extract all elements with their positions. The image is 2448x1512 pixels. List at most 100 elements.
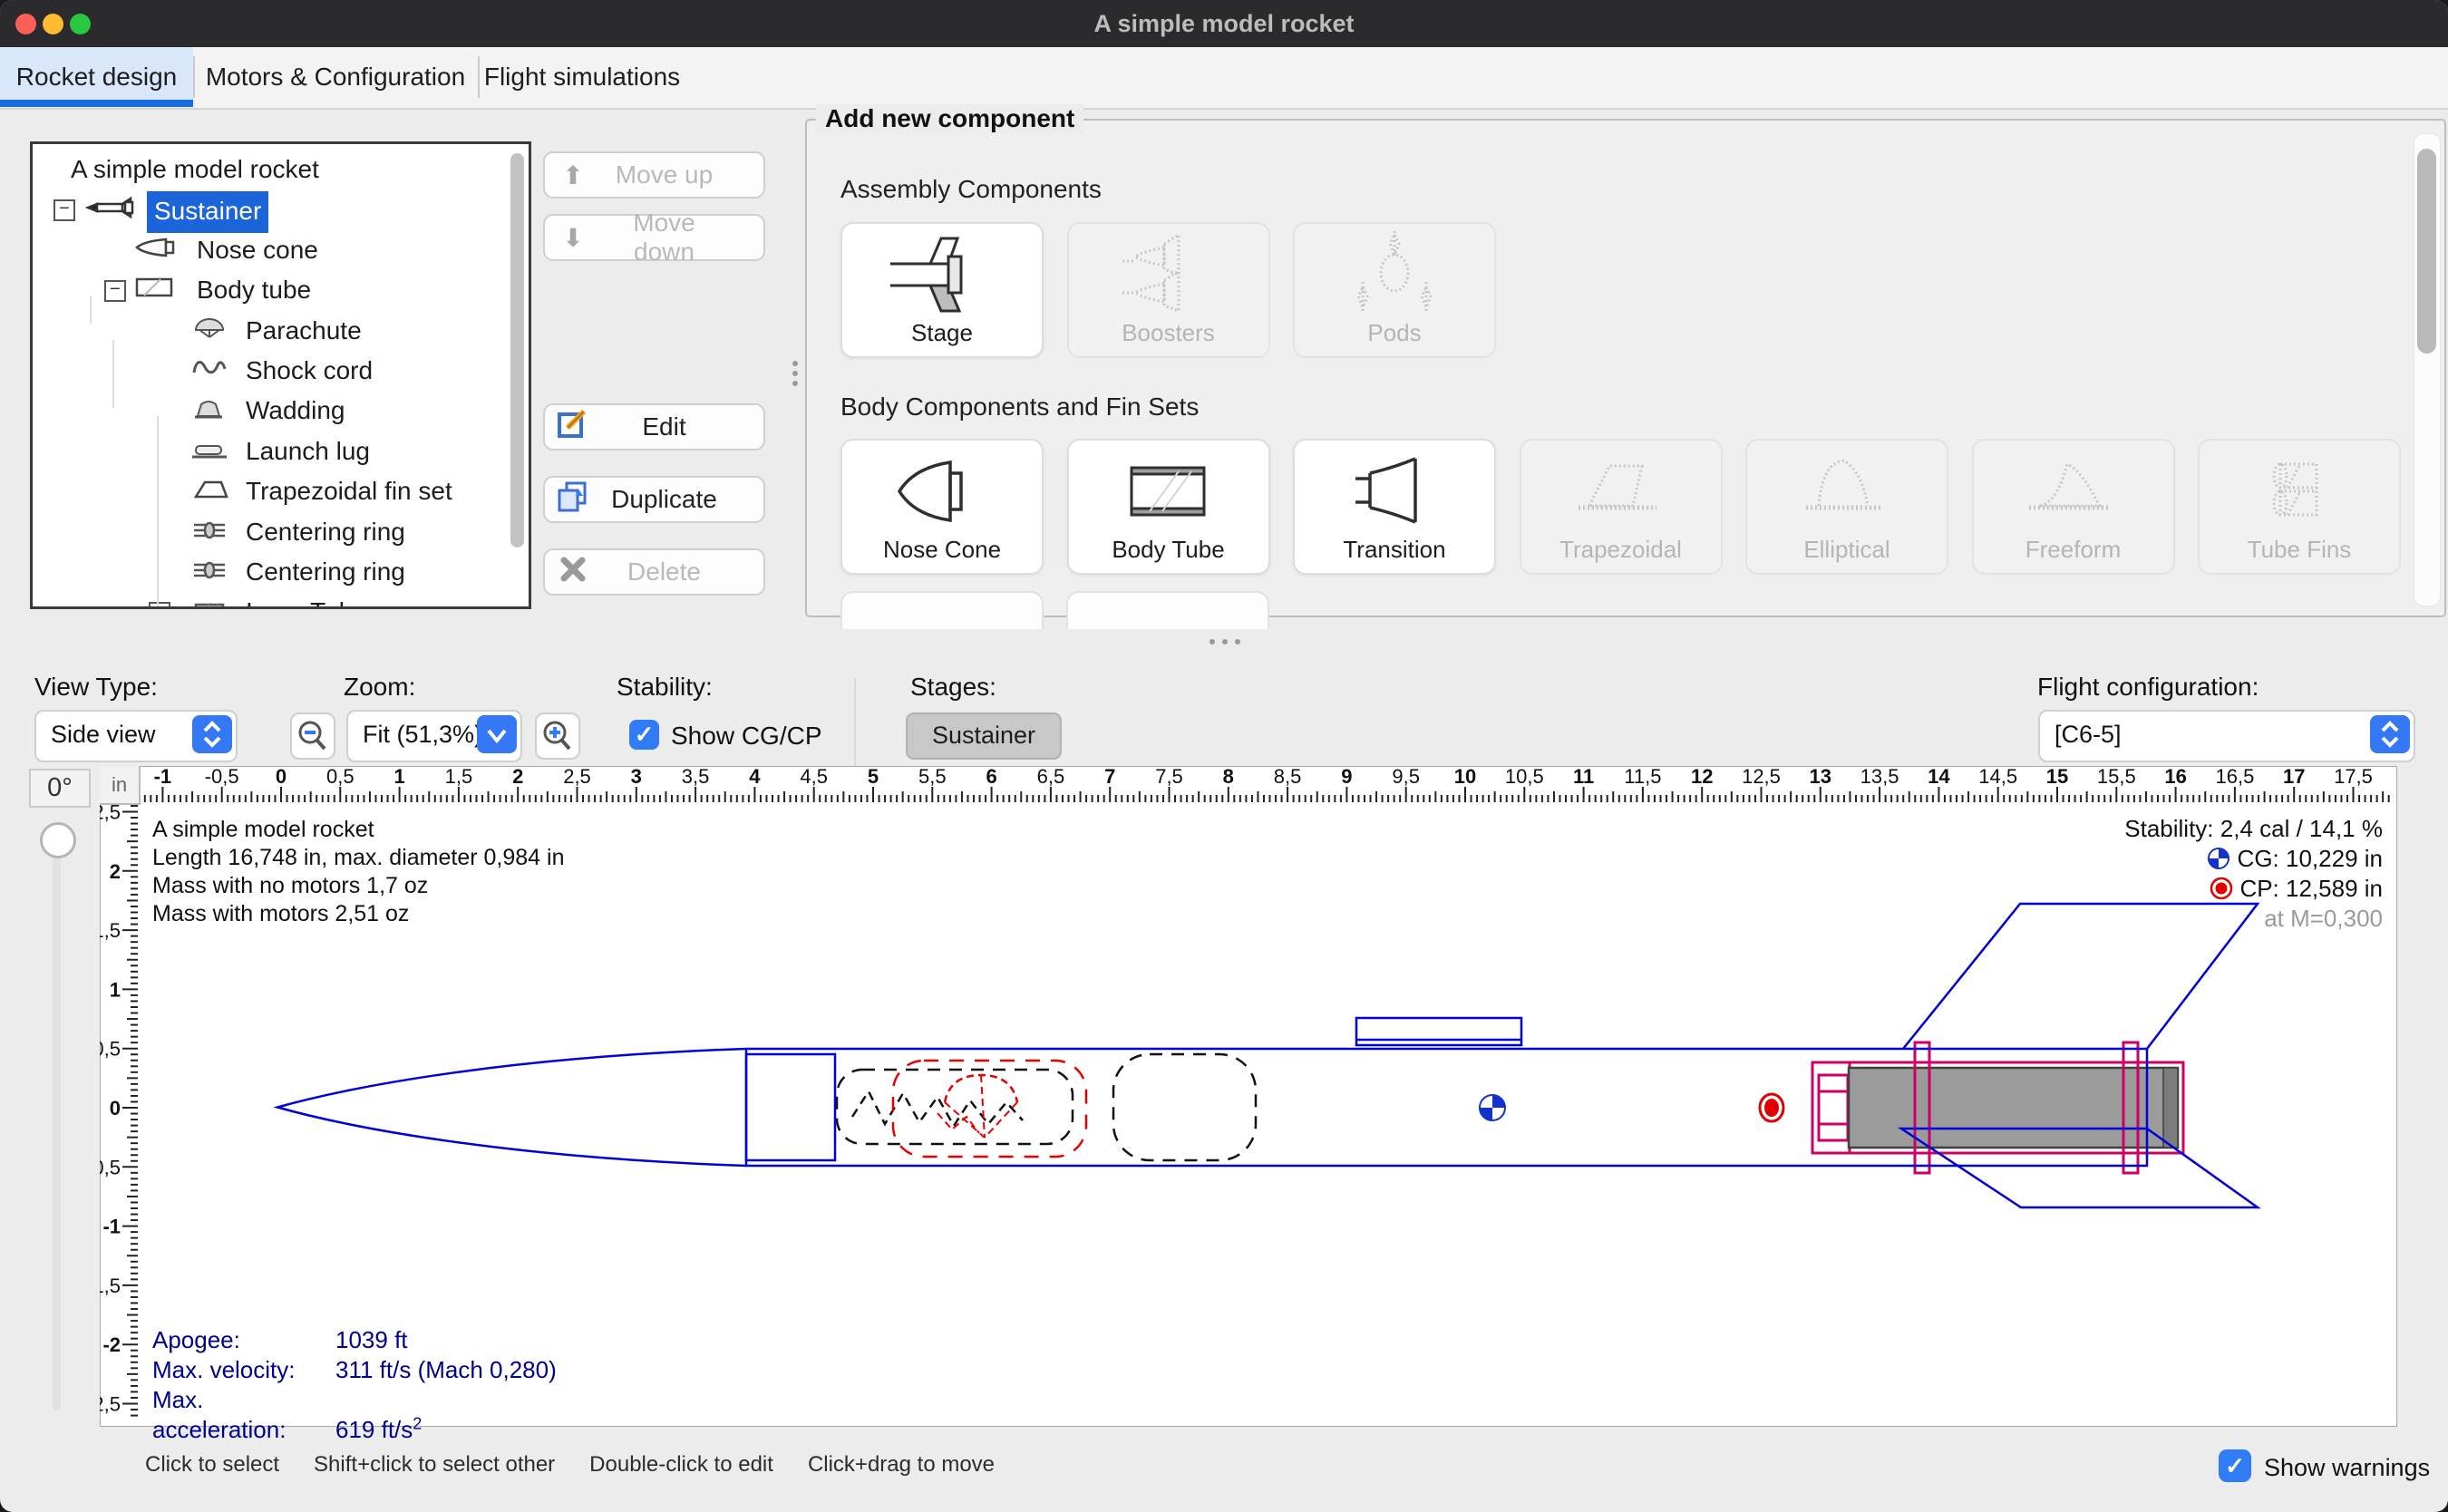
velocity-label: Max. velocity:: [152, 1355, 335, 1385]
view-type-select[interactable]: Side view: [34, 710, 238, 762]
stage-toggle-sustainer[interactable]: Sustainer: [906, 712, 1062, 760]
add-tube-fins-card[interactable]: Tube Fins: [2198, 439, 2401, 575]
tab-flight-simulations[interactable]: Flight simulations: [480, 47, 685, 106]
cp-label: CP:: [2239, 875, 2278, 902]
tab-label: Flight simulations: [484, 63, 680, 91]
hint-text: Click to select: [145, 1452, 279, 1477]
svg-text:2,5: 2,5: [563, 766, 591, 788]
add-pods-card[interactable]: Pods: [1293, 222, 1496, 358]
tree-item-launch-lug[interactable]: Launch lug: [33, 433, 527, 470]
tree-item-sustainer[interactable]: −Sustainer: [33, 191, 527, 228]
button-label: Delete: [601, 557, 727, 586]
tab-rocket-design[interactable]: Rocket design: [0, 47, 193, 106]
move-up-button[interactable]: ⬆Move up: [543, 151, 765, 199]
partial-card[interactable]: [1066, 591, 1269, 629]
svg-text:0: 0: [276, 766, 287, 788]
add-freeform-card[interactable]: Freeform: [1972, 439, 2175, 575]
tree-item-a-simple-model-rocket[interactable]: A simple model rocket: [33, 151, 527, 188]
button-label: Edit: [601, 412, 727, 441]
show-warnings-checkbox[interactable]: ✓: [2219, 1449, 2251, 1482]
wadding-icon: [190, 396, 227, 426]
parachute-lines: [945, 1075, 1017, 1138]
rotation-slider-track[interactable]: [53, 838, 61, 1410]
tree-item-label: Sustainer: [147, 191, 268, 233]
edit-button[interactable]: Edit: [543, 403, 765, 451]
svg-text:4: 4: [749, 766, 761, 788]
tree-item-label: A simple model rocket: [71, 151, 319, 188]
add-elliptical-card[interactable]: Elliptical: [1745, 439, 1948, 575]
button-label: Move down: [601, 208, 727, 267]
nose-shoulder[interactable]: [746, 1054, 835, 1160]
svg-text:17: 17: [2283, 766, 2305, 788]
add-trapezoidal-card[interactable]: Trapezoidal: [1520, 439, 1723, 575]
svg-text:14,5: 14,5: [1978, 766, 2017, 788]
tab-motors-configuration[interactable]: Motors & Configuration: [195, 47, 476, 106]
zoom-value: Fit (51,3%): [363, 712, 482, 757]
motor[interactable]: [1849, 1068, 2178, 1148]
arrow-down-icon: ⬇: [545, 223, 601, 253]
tree-item-label: Centering ring: [246, 554, 405, 590]
stages-label: Stages:: [910, 673, 996, 702]
partial-card[interactable]: [840, 591, 1044, 629]
zoom-select[interactable]: Fit (51,3%): [346, 710, 522, 762]
add-stage-card[interactable]: Stage: [840, 222, 1044, 358]
rotation-slider-knob[interactable]: [40, 822, 76, 858]
svg-text:1: 1: [393, 766, 404, 788]
add-body-tube-card[interactable]: Body Tube: [1067, 439, 1270, 575]
svg-text:2: 2: [512, 766, 523, 788]
move-down-button[interactable]: ⬇Move down: [543, 214, 765, 261]
cp-value: 12,589 in: [2286, 875, 2383, 902]
add-nose-cone-card[interactable]: Nose Cone: [840, 439, 1044, 575]
shock-cord-line[interactable]: [852, 1091, 1023, 1126]
flight-config-select[interactable]: [C6-5]: [2038, 710, 2415, 762]
tree-toggle-icon[interactable]: −: [53, 199, 75, 221]
tree-item-centering-ring[interactable]: Centering ring: [33, 514, 527, 550]
svg-text:-0,5: -0,5: [205, 766, 239, 788]
svg-text:9: 9: [1341, 766, 1352, 788]
tree-item-nose-cone[interactable]: Nose cone: [33, 232, 527, 268]
tree-item-inner-tube[interactable]: Inner Tube: [33, 594, 527, 609]
panel-scrollbar-thumb[interactable]: [2417, 149, 2436, 354]
tree-item-body-tube[interactable]: −Body tube: [33, 272, 527, 308]
horizontal-splitter-handle[interactable]: [1206, 633, 1244, 649]
tree-item-parachute[interactable]: Parachute: [33, 313, 527, 349]
nose-cone-outline[interactable]: [277, 1049, 746, 1166]
flight-stats: Apogee:1039 ft Max. velocity:311 ft/s (M…: [152, 1325, 557, 1445]
parachute-packed[interactable]: [893, 1061, 1086, 1157]
card-label: Transition: [1295, 536, 1494, 564]
rocket-mass-loaded: Mass with motors 2,51 oz: [152, 900, 564, 928]
zoom-label: Zoom:: [344, 673, 415, 702]
hint-text: Click+drag to move: [808, 1452, 995, 1477]
show-cgcp-checkbox[interactable]: ✓: [629, 720, 659, 750]
tree-scrollbar[interactable]: [510, 153, 524, 548]
svg-text:0,5: 0,5: [326, 766, 355, 788]
rocket-info: A simple model rocket Length 16,748 in, …: [152, 816, 564, 928]
tree-item-trapezoidal-fin-set[interactable]: Trapezoidal fin set: [33, 473, 527, 509]
delete-button[interactable]: Delete: [543, 548, 765, 596]
tree-item-wadding[interactable]: Wadding: [33, 393, 527, 429]
shock-cord-packed[interactable]: [837, 1070, 1073, 1144]
tree-toggle-icon[interactable]: −: [104, 280, 126, 302]
launch-lug[interactable]: [1356, 1018, 1521, 1045]
duplicate-button[interactable]: Duplicate: [543, 476, 765, 523]
tree-toggle-icon[interactable]: [149, 602, 170, 609]
rocket-icon: [83, 195, 139, 225]
zoom-out-button[interactable]: [290, 712, 335, 760]
add-boosters-card[interactable]: Boosters: [1067, 222, 1270, 358]
tab-label: Rocket design: [16, 63, 177, 91]
component-tree: A simple model rocket−SustainerNose cone…: [30, 141, 531, 609]
svg-text:0,5: 0,5: [100, 1038, 121, 1061]
svg-text:15: 15: [2046, 766, 2068, 788]
card-label: Tube Fins: [2200, 536, 2399, 564]
zoom-in-button[interactable]: [535, 712, 580, 760]
tree-item-centering-ring[interactable]: Centering ring: [33, 554, 527, 590]
tree-item-shock-cord[interactable]: Shock cord: [33, 353, 527, 389]
add-transition-card[interactable]: Transition: [1293, 439, 1496, 575]
vertical-splitter-handle[interactable]: [792, 356, 798, 391]
button-label: Move up: [601, 160, 727, 189]
rotation-value: 0°: [29, 769, 91, 808]
tree-item-label: Nose cone: [197, 232, 318, 268]
add-component-panel: Add new component Assembly ComponentsSta…: [805, 119, 2446, 617]
svg-text:6: 6: [986, 766, 996, 788]
wadding-packed[interactable]: [1113, 1054, 1256, 1160]
